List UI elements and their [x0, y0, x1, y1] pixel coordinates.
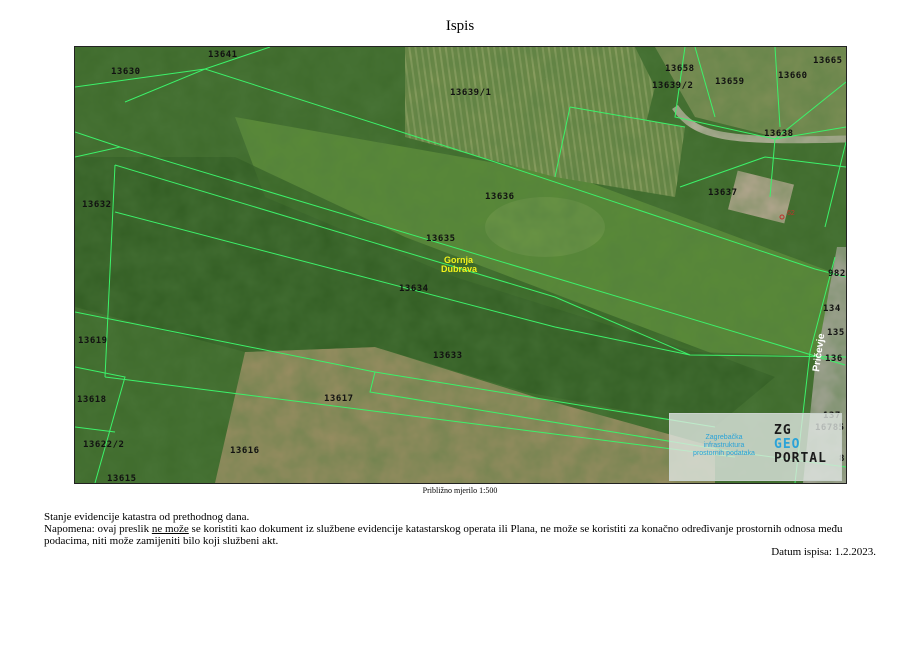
parcel-label: 982: [828, 269, 846, 279]
parcel-label: 13633: [433, 351, 463, 361]
status-line: Stanje evidencije katastra od prethodnog…: [44, 511, 250, 523]
logo-word-zg: ZG: [774, 423, 792, 438]
parcel-label: 13660: [778, 71, 808, 81]
parcel-label: 13639/2: [652, 81, 693, 91]
parcel-label: 13637: [708, 188, 738, 198]
parcel-label: 13617: [324, 394, 354, 404]
notes-block: Stanje evidencije katastra od prethodnog…: [44, 511, 884, 547]
parcel-label: 13618: [77, 395, 107, 405]
parcel-label: 13636: [485, 192, 515, 202]
parcel-label: 13635: [426, 234, 456, 244]
note-emphasis: ne može: [151, 523, 189, 535]
note-paragraph: Napomena: ovaj preslik ne može se korist…: [44, 523, 884, 547]
parcel-label: 13622/2: [83, 440, 124, 450]
cadastral-map[interactable]: 13641 13630 13639/1 13658 13639/2 13659 …: [74, 46, 847, 484]
logo-caption: Zagrebačka infrastruktura prostornih pod…: [693, 434, 755, 457]
parcel-label: 136: [825, 354, 843, 364]
parcel-label: 13665: [813, 56, 843, 66]
parcel-label: 135: [827, 328, 845, 338]
place-name-line2: Dubrava: [441, 264, 478, 274]
print-date: Datum ispisa: 1.2.2023.: [771, 546, 876, 558]
logo-word-portal: PORTAL: [774, 451, 827, 466]
parcel-label: 13619: [78, 336, 108, 346]
parcel-label: 134: [823, 304, 841, 314]
date-label: Datum ispisa:: [771, 546, 832, 558]
date-value: 1.2.2023.: [834, 546, 876, 558]
parcel-label: 13632: [82, 200, 112, 210]
parcel-label: 13616: [230, 446, 260, 456]
note-text-1: ovaj preslik: [94, 523, 152, 535]
note-label: Napomena:: [44, 523, 95, 535]
parcel-label: 13615: [107, 474, 137, 483]
parcel-label: 13641: [208, 50, 238, 60]
parcel-label: 13639/1: [450, 88, 491, 98]
parcel-label: 13634: [399, 284, 429, 294]
parcel-label: 13638: [764, 129, 794, 139]
parcel-label: 13630: [111, 67, 141, 77]
logo-word-geo: GEO: [774, 437, 801, 452]
parcel-label: 13659: [715, 77, 745, 87]
house-number: 62: [787, 210, 795, 217]
page-title: Ispis: [445, 18, 475, 34]
zg-geoportal-logo: Zagrebačka infrastruktura prostornih pod…: [669, 413, 842, 481]
scale-caption: Približno mjerilo 1:500: [422, 486, 498, 495]
parcel-label: 13658: [665, 64, 695, 74]
